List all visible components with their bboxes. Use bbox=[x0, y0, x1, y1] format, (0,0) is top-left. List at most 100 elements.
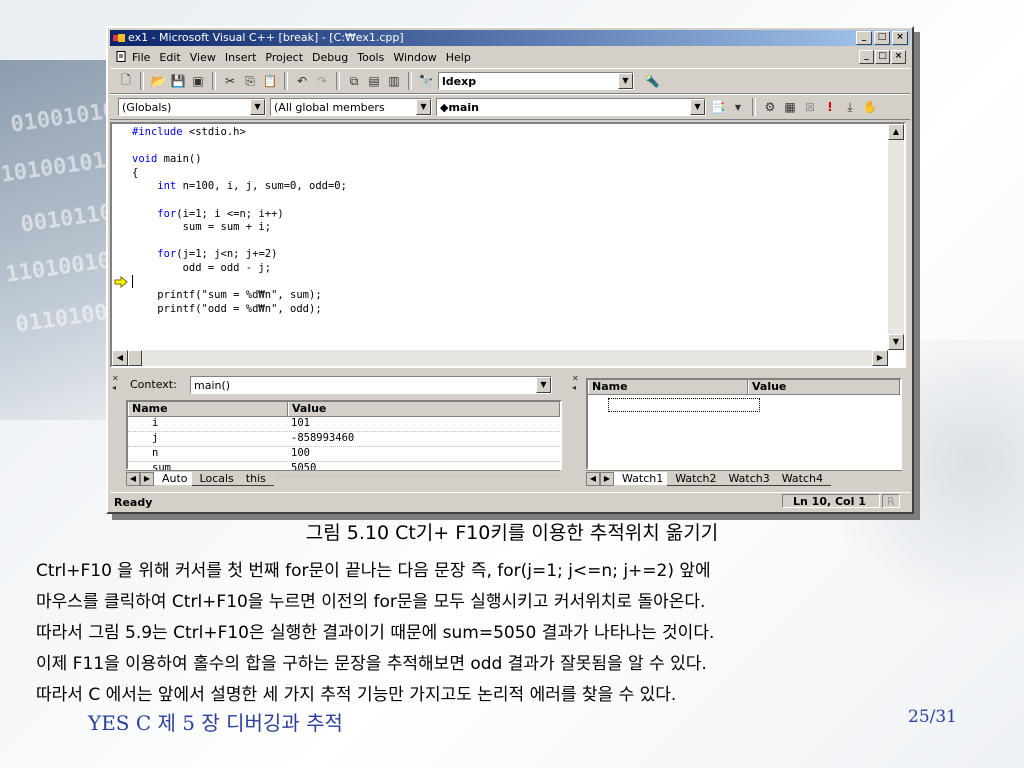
code-line[interactable]: for(i=1; i <=n; i++) bbox=[132, 208, 886, 222]
chevron-down-icon[interactable]: ▼ bbox=[690, 99, 705, 115]
breakpoint-hand-icon[interactable]: ✋ bbox=[862, 99, 878, 115]
child-minimize-button[interactable]: _ bbox=[859, 50, 874, 64]
code-line[interactable] bbox=[132, 140, 886, 154]
code-line[interactable]: void main() bbox=[132, 153, 886, 167]
maximize-button[interactable]: □ bbox=[874, 31, 890, 45]
members-combo[interactable]: ◆main ▼ bbox=[436, 98, 706, 116]
new-file-icon[interactable]: 🗋 bbox=[118, 73, 134, 89]
code-line[interactable]: odd = odd - j; bbox=[132, 262, 886, 276]
scroll-thumb[interactable] bbox=[128, 350, 142, 366]
find-in-files-icon[interactable]: 🔭 bbox=[418, 73, 434, 89]
column-header-value[interactable]: Value bbox=[288, 402, 560, 416]
open-folder-icon[interactable]: 📂 bbox=[150, 73, 166, 89]
find-combo[interactable]: ldexp ▼ bbox=[438, 72, 634, 90]
child-restore-button[interactable]: □ bbox=[875, 50, 890, 64]
menu-debug[interactable]: Debug bbox=[312, 51, 348, 64]
menu-window[interactable]: Window bbox=[393, 51, 436, 64]
code-line[interactable] bbox=[132, 194, 886, 208]
tab-watch2[interactable]: Watch2 bbox=[667, 471, 725, 486]
editor-gutter[interactable] bbox=[112, 124, 130, 350]
code-line[interactable]: sum = sum + i; bbox=[132, 221, 886, 235]
code-line[interactable]: #include <stdio.h> bbox=[132, 126, 886, 140]
tab-watch4[interactable]: Watch4 bbox=[773, 471, 831, 486]
window-title: ex1 - Microsoft Visual C++ [break] - [C:… bbox=[128, 31, 404, 44]
wizard-action-icon[interactable]: 📑 bbox=[710, 99, 726, 115]
chevron-down-icon[interactable]: ▼ bbox=[416, 99, 431, 115]
scroll-right-icon[interactable]: ▶ bbox=[872, 350, 888, 366]
class-combo[interactable]: (Globals) ▼ bbox=[118, 98, 266, 116]
title-bar[interactable]: ex1 - Microsoft Visual C++ [break] - [C:… bbox=[110, 30, 910, 46]
table-row[interactable]: i 101 bbox=[128, 417, 560, 432]
context-combo[interactable]: main() ▼ bbox=[190, 376, 552, 394]
tab-watch1[interactable]: Watch1 bbox=[614, 472, 672, 485]
document-icon[interactable] bbox=[116, 51, 127, 62]
code-editor[interactable]: #include <stdio.h> void main(){ int n=10… bbox=[110, 122, 906, 368]
child-close-button[interactable]: × bbox=[891, 50, 906, 64]
dropdown-arrow-icon[interactable]: ▼ bbox=[730, 99, 746, 115]
column-header-name[interactable]: Name bbox=[128, 402, 288, 416]
standard-toolbar: 🗋 📂 💾 ▣ ✂ ⎘ 📋 ↶ ↷ ⧉ ▤ ▥ 🔭 ldexp ▼ 🔦 bbox=[110, 68, 910, 94]
variable-value: 101 bbox=[291, 417, 310, 429]
tab-scroll-buttons[interactable]: ◀ ▶ bbox=[126, 471, 154, 486]
close-button[interactable]: × bbox=[892, 31, 908, 45]
workspace-icon[interactable]: ⧉ bbox=[346, 73, 362, 89]
pane-gripper-icon[interactable]: ✕ ◂ bbox=[572, 374, 582, 392]
window-list-icon[interactable]: ▥ bbox=[386, 73, 402, 89]
tab-scroll-left-icon[interactable]: ◀ bbox=[586, 471, 600, 486]
copy-icon[interactable]: ⎘ bbox=[242, 73, 258, 89]
tab-this[interactable]: this bbox=[237, 471, 274, 486]
tab-scroll-right-icon[interactable]: ▶ bbox=[140, 471, 154, 486]
menu-project[interactable]: Project bbox=[265, 51, 303, 64]
code-line[interactable] bbox=[132, 276, 886, 290]
chevron-down-icon[interactable]: ▼ bbox=[536, 377, 551, 393]
filter-combo[interactable]: (All global members ▼ bbox=[270, 98, 432, 116]
code-line[interactable]: for(j=1; j<n; j+=2) bbox=[132, 248, 886, 262]
compile-icon[interactable]: ⚙ bbox=[762, 99, 778, 115]
watch-new-entry[interactable] bbox=[608, 398, 760, 412]
save-icon[interactable]: 💾 bbox=[170, 73, 186, 89]
horizontal-scrollbar[interactable]: ◀ ▶ bbox=[112, 350, 888, 366]
chevron-down-icon[interactable]: ▼ bbox=[250, 99, 265, 115]
tab-watch3[interactable]: Watch3 bbox=[720, 471, 778, 486]
tab-scroll-right-icon[interactable]: ▶ bbox=[600, 471, 614, 486]
go-icon[interactable]: ⤓ bbox=[842, 99, 858, 115]
table-row[interactable]: j -858993460 bbox=[128, 432, 560, 447]
tab-auto[interactable]: Auto bbox=[154, 472, 196, 485]
vertical-scrollbar[interactable]: ▲ ▼ bbox=[888, 124, 904, 350]
undo-icon[interactable]: ↶ bbox=[294, 73, 310, 89]
code-line[interactable] bbox=[132, 235, 886, 249]
vc-window: ex1 - Microsoft Visual C++ [break] - [C:… bbox=[106, 26, 914, 514]
code-line[interactable]: printf("sum = %d₩n", sum); bbox=[132, 289, 886, 303]
find-icon[interactable]: 🔦 bbox=[644, 73, 660, 89]
menu-edit[interactable]: Edit bbox=[159, 51, 180, 64]
paste-icon[interactable]: 📋 bbox=[262, 73, 278, 89]
tab-scroll-left-icon[interactable]: ◀ bbox=[126, 471, 140, 486]
chevron-down-icon[interactable]: ▼ bbox=[618, 73, 633, 89]
pane-gripper-icon[interactable]: ✕ ◂ bbox=[112, 374, 122, 392]
menu-insert[interactable]: Insert bbox=[225, 51, 257, 64]
code-line[interactable]: printf("odd = %d₩n", odd); bbox=[132, 303, 886, 317]
column-header-name[interactable]: Name bbox=[588, 380, 748, 394]
tab-scroll-buttons[interactable]: ◀ ▶ bbox=[586, 471, 614, 486]
stop-build-icon[interactable]: ⊠ bbox=[802, 99, 818, 115]
source-code[interactable]: #include <stdio.h> void main(){ int n=10… bbox=[132, 126, 886, 350]
scroll-up-icon[interactable]: ▲ bbox=[888, 124, 904, 140]
table-row[interactable]: n 100 bbox=[128, 447, 560, 462]
redo-icon[interactable]: ↷ bbox=[314, 73, 330, 89]
execute-icon[interactable]: ! bbox=[822, 99, 838, 115]
save-all-icon[interactable]: ▣ bbox=[190, 73, 206, 89]
minimize-button[interactable]: _ bbox=[856, 31, 872, 45]
scroll-left-icon[interactable]: ◀ bbox=[112, 350, 128, 366]
menu-file[interactable]: File bbox=[132, 51, 150, 64]
cut-icon[interactable]: ✂ bbox=[222, 73, 238, 89]
build-icon[interactable]: ▦ bbox=[782, 99, 798, 115]
menu-view[interactable]: View bbox=[190, 51, 216, 64]
output-icon[interactable]: ▤ bbox=[366, 73, 382, 89]
menu-help[interactable]: Help bbox=[446, 51, 471, 64]
code-line[interactable]: int n=100, i, j, sum=0, odd=0; bbox=[132, 180, 886, 194]
scroll-down-icon[interactable]: ▼ bbox=[888, 334, 904, 350]
menu-tools[interactable]: Tools bbox=[357, 51, 384, 64]
code-line[interactable]: { bbox=[132, 167, 886, 181]
column-header-value[interactable]: Value bbox=[748, 380, 900, 394]
tab-locals[interactable]: Locals bbox=[191, 471, 242, 486]
